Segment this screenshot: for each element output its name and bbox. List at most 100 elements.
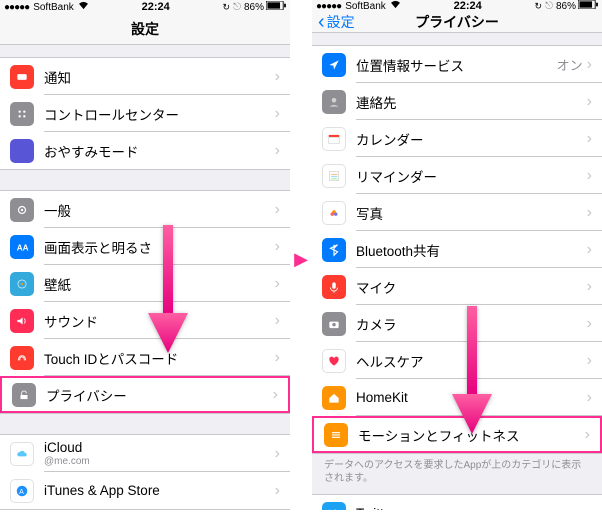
chevron-right-icon: › — [275, 312, 280, 330]
notifications-icon — [10, 65, 34, 89]
row-homekit[interactable]: HomeKit › — [312, 379, 602, 416]
privacy-section-2: Twitter › — [312, 494, 602, 510]
privacy-icon — [12, 383, 36, 407]
carrier-label: SoftBank — [345, 1, 386, 12]
row-label: サウンド — [44, 311, 275, 331]
row-general[interactable]: 一般 › — [0, 191, 290, 228]
row-label: 一般 — [44, 200, 275, 220]
contacts-icon — [322, 90, 346, 114]
row-mic[interactable]: マイク › — [312, 268, 602, 305]
chevron-right-icon: › — [587, 56, 592, 74]
row-label: モーションとフィットネス — [358, 425, 585, 445]
settings-section: 一般 › AA 画面表示と明るさ › 壁紙 › サウンド › Touch IDと… — [0, 190, 290, 414]
row-notifications[interactable]: 通知 › — [0, 58, 290, 95]
display-icon: AA — [10, 235, 34, 259]
settings-section: iCloud@me.com › A iTunes & App Store › — [0, 434, 290, 510]
motion-icon — [324, 423, 348, 447]
page-title: プライバシー — [312, 12, 602, 32]
chevron-right-icon: › — [587, 352, 592, 370]
row-label: プライバシー — [46, 385, 273, 405]
dnd-icon — [10, 139, 34, 163]
row-twitter[interactable]: Twitter › — [312, 495, 602, 510]
row-display[interactable]: AA 画面表示と明るさ › — [0, 228, 290, 265]
chevron-right-icon: › — [587, 389, 592, 407]
row-touchid[interactable]: Touch IDとパスコード › — [0, 339, 290, 376]
sync-icon: ↻ — [535, 1, 543, 12]
section-footnote: データへのアクセスを要求したAppが上のカテゴリに表示されます。 — [312, 454, 602, 490]
battery-pct: 86% — [556, 1, 576, 12]
svg-text:AA: AA — [17, 243, 29, 252]
row-label: リマインダー — [356, 166, 587, 186]
row-value: オン — [557, 55, 583, 74]
row-label: Bluetooth共有 — [356, 240, 587, 260]
row-label: ヘルスケア — [356, 351, 587, 371]
carrier-label: SoftBank — [33, 2, 74, 13]
chevron-right-icon: › — [587, 167, 592, 185]
row-label: 位置情報サービス — [356, 55, 557, 75]
row-photos[interactable]: 写真 › — [312, 194, 602, 231]
row-reminders[interactable]: リマインダー › — [312, 157, 602, 194]
location-icon — [322, 53, 346, 77]
row-bluetooth[interactable]: Bluetooth共有 › — [312, 231, 602, 268]
row-health[interactable]: ヘルスケア › — [312, 342, 602, 379]
row-label: マイク — [356, 277, 587, 297]
row-icloud[interactable]: iCloud@me.com › — [0, 435, 290, 472]
battery-pct: 86% — [244, 2, 264, 13]
chevron-right-icon: › — [275, 68, 280, 86]
row-control-center[interactable]: コントロールセンター › — [0, 95, 290, 132]
svg-text:A: A — [19, 488, 24, 495]
row-label: 画面表示と明るさ — [44, 237, 275, 257]
row-label: iCloud — [44, 440, 275, 455]
chevron-right-icon: › — [275, 482, 280, 500]
settings-section: 通知 › コントロールセンター › おやすみモード › — [0, 57, 290, 170]
chevron-right-icon: › — [275, 275, 280, 293]
photos-icon — [322, 201, 346, 225]
row-contacts[interactable]: 連絡先 › — [312, 83, 602, 120]
row-wallpaper[interactable]: 壁紙 › — [0, 265, 290, 302]
row-label: 壁紙 — [44, 274, 275, 294]
row-privacy[interactable]: プライバシー › — [0, 376, 290, 413]
row-label: Touch IDとパスコード — [44, 348, 275, 368]
row-label: おやすみモード — [44, 141, 275, 161]
chevron-right-icon: › — [275, 142, 280, 160]
icloud-icon — [10, 442, 34, 466]
wallpaper-icon — [10, 272, 34, 296]
row-label: カメラ — [356, 314, 587, 334]
row-calendar[interactable]: カレンダー › — [312, 120, 602, 157]
row-dnd[interactable]: おやすみモード › — [0, 132, 290, 169]
clock: 22:24 — [142, 1, 170, 13]
bluetooth-icon — [322, 238, 346, 262]
row-appstore[interactable]: A iTunes & App Store › — [0, 472, 290, 509]
row-location[interactable]: 位置情報サービス オン › — [312, 46, 602, 83]
signal-dots-icon: ●●●●● — [4, 2, 29, 13]
chevron-right-icon: › — [587, 93, 592, 111]
back-button[interactable]: ‹ 設定 — [318, 12, 355, 32]
navbar-right: ‹ 設定 プライバシー — [312, 12, 602, 33]
status-bar: ●●●●● SoftBank 22:24 ↻ ⎋ 86% — [312, 0, 602, 12]
row-label: コントロールセンター — [44, 104, 275, 124]
settings-screen-left: ●●●●● SoftBank 22:24 ↻ ⎋ 86% 設定 通知 › コント… — [0, 0, 290, 510]
row-label: iTunes & App Store — [44, 483, 275, 498]
mic-icon — [322, 275, 346, 299]
row-label: カレンダー — [356, 129, 587, 149]
page-title: 設定 — [0, 19, 290, 39]
general-icon — [10, 198, 34, 222]
chevron-right-icon: › — [275, 349, 280, 367]
row-label: 通知 — [44, 67, 275, 87]
chevron-right-icon: › — [587, 241, 592, 259]
sync-icon: ↻ — [223, 2, 231, 13]
status-bar: ●●●●● SoftBank 22:24 ↻ ⎋ 86% — [0, 0, 290, 15]
privacy-screen-right: ●●●●● SoftBank 22:24 ↻ ⎋ 86% ‹ 設定 プライバシー… — [312, 0, 602, 510]
back-label: 設定 — [327, 12, 355, 32]
chevron-right-icon: › — [275, 238, 280, 256]
battery-icon — [266, 1, 286, 13]
row-camera[interactable]: カメラ › — [312, 305, 602, 342]
twitter-icon — [322, 502, 346, 511]
row-sounds[interactable]: サウンド › — [0, 302, 290, 339]
chevron-right-icon: › — [585, 426, 590, 444]
navbar-left: 設定 — [0, 15, 290, 45]
row-motion[interactable]: モーションとフィットネス › — [312, 416, 602, 453]
chevron-right-icon: › — [587, 505, 592, 511]
calendar-icon — [322, 127, 346, 151]
settings-list-left: 通知 › コントロールセンター › おやすみモード › 一般 › AA 画面表示… — [0, 45, 290, 510]
